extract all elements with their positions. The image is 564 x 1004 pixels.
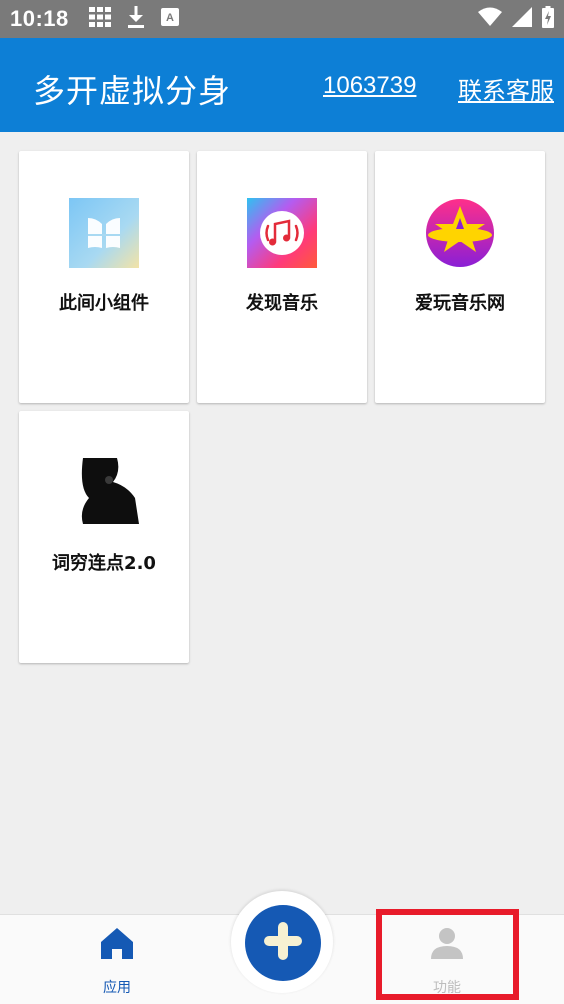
app-name: 爱玩音乐网 <box>415 293 505 314</box>
grid-icon <box>88 7 111 31</box>
nav-tab-apps-label: 应用 <box>103 980 131 996</box>
plus-icon <box>261 919 305 967</box>
nav-tab-functions[interactable]: 功能 <box>372 915 522 1004</box>
app-card[interactable]: 爱玩音乐网 <box>375 151 545 403</box>
music-note-app-icon <box>247 198 317 268</box>
nav-tab-apps[interactable]: 应用 <box>42 915 192 1004</box>
star-planet-app-icon <box>425 198 495 268</box>
user-id-link[interactable]: 1063739 <box>323 72 416 100</box>
contact-support-link[interactable]: 联系客服 <box>458 71 554 106</box>
status-time: 10:18 <box>10 6 69 31</box>
font-icon: A <box>160 8 179 30</box>
app-name: 此间小组件 <box>59 293 149 314</box>
app-title: 多开虚拟分身 <box>33 72 232 110</box>
app-name: 词穷连点2.0 <box>52 553 156 574</box>
status-bar: 10:18 A <box>0 0 564 38</box>
signal-icon <box>512 7 532 31</box>
download-icon <box>127 6 145 32</box>
add-app-button[interactable] <box>245 905 321 981</box>
app-card[interactable]: 此间小组件 <box>19 151 189 403</box>
home-icon <box>99 925 135 965</box>
silhouette-photo-app-icon <box>69 458 139 528</box>
widget-app-icon <box>69 198 139 268</box>
nav-tab-functions-label: 功能 <box>433 980 461 996</box>
app-name: 发现音乐 <box>246 293 318 314</box>
app-header: 多开虚拟分身 1063739 联系客服 <box>0 38 564 132</box>
app-card[interactable]: 发现音乐 <box>197 151 367 403</box>
wifi-icon <box>478 7 502 31</box>
person-icon <box>429 925 465 965</box>
app-card[interactable]: 词穷连点2.0 <box>19 411 189 663</box>
battery-icon <box>542 6 554 32</box>
svg-text:A: A <box>166 12 174 24</box>
